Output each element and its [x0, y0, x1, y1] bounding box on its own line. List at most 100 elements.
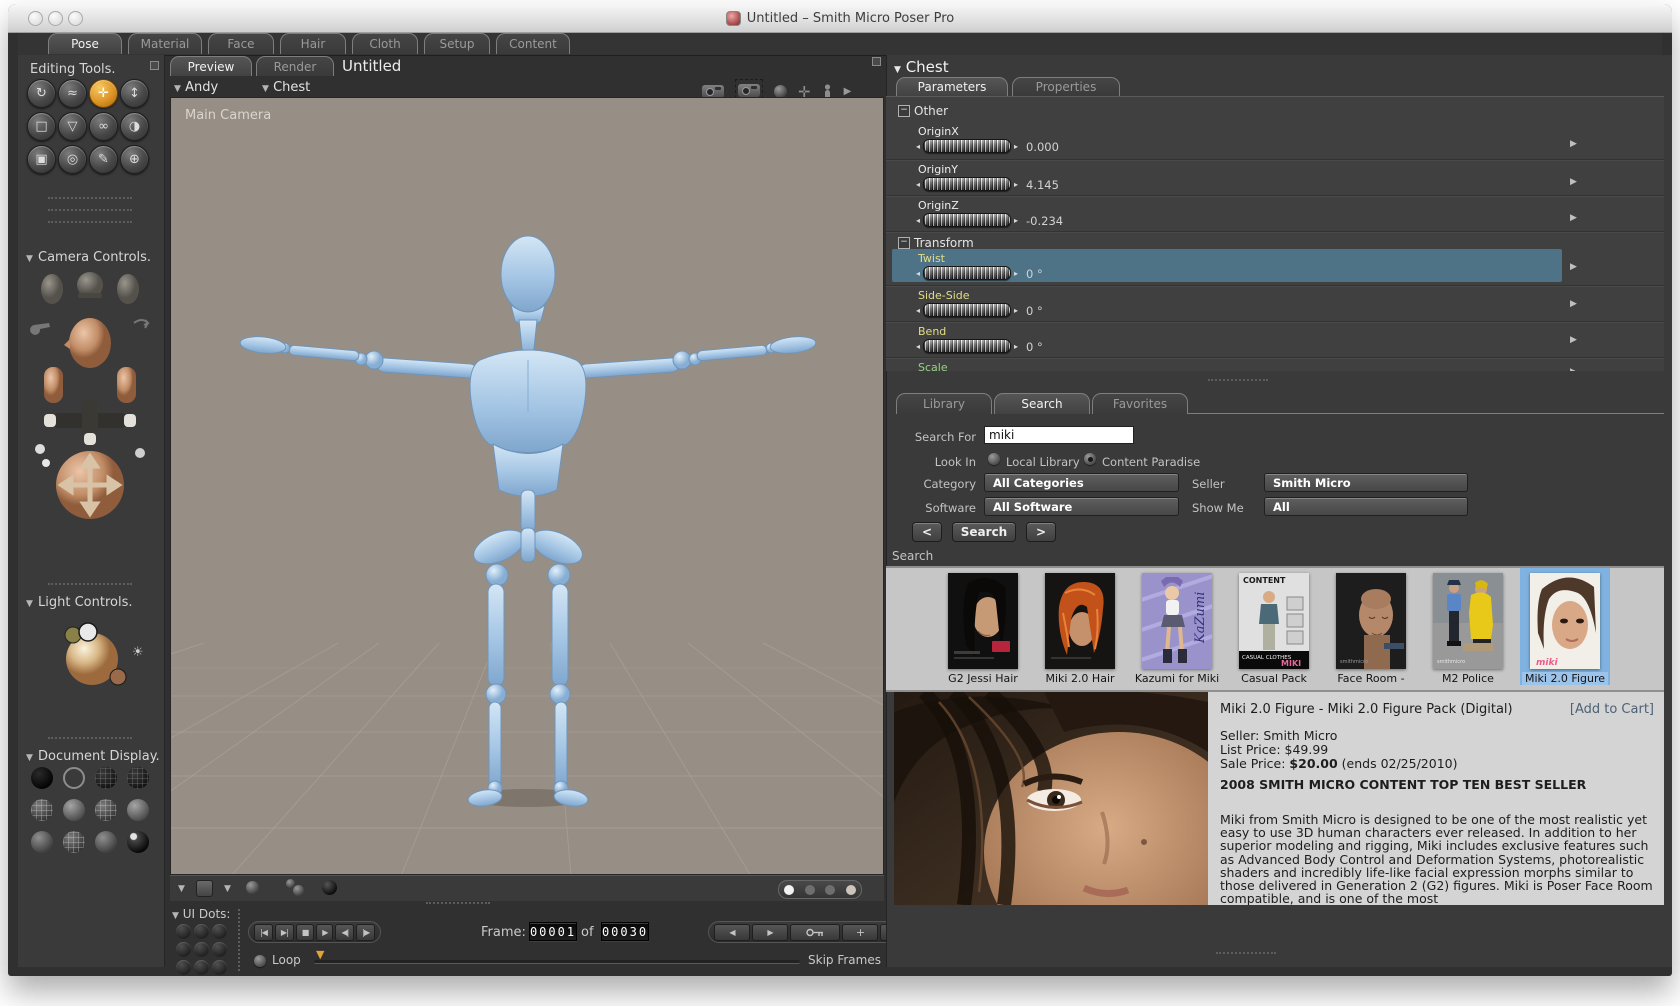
- panel-shade-icon[interactable]: [872, 57, 881, 66]
- ui-dot[interactable]: [176, 960, 191, 975]
- add-keyframe-button[interactable]: +: [842, 923, 878, 941]
- display-mode-hidden-line[interactable]: [127, 767, 149, 789]
- param-expand-icon[interactable]: ▶: [1570, 367, 1577, 371]
- stop-button[interactable]: ■: [295, 923, 315, 941]
- figure-selector[interactable]: ▼ Andy: [174, 80, 218, 95]
- morph-tool-icon[interactable]: ✎: [89, 145, 118, 174]
- prev-key-button[interactable]: ◀: [714, 923, 750, 941]
- param-value[interactable]: 4.145: [1026, 178, 1059, 192]
- step-forward-button[interactable]: |▶: [356, 923, 376, 941]
- local-library-radio[interactable]: [988, 453, 1000, 465]
- camera-name-label[interactable]: Main Camera: [185, 108, 271, 123]
- timeline-track[interactable]: [314, 960, 800, 964]
- search-input[interactable]: [984, 426, 1134, 444]
- param-dial-bend[interactable]: ◂ ▸: [916, 339, 1018, 353]
- sun-icon[interactable]: ☀: [132, 645, 144, 660]
- first-frame-button[interactable]: |◀: [254, 923, 273, 941]
- content-paradise-radio[interactable]: [1084, 453, 1096, 465]
- software-dropdown[interactable]: All Software: [984, 497, 1179, 516]
- actor-selector[interactable]: ▼ Chest: [262, 80, 310, 95]
- color-tool-icon[interactable]: ◑: [120, 112, 149, 141]
- display-mode-lit-wireframe[interactable]: [31, 799, 53, 821]
- chain-break-tool-icon[interactable]: ∞: [89, 112, 118, 141]
- display-mode-smooth-lined[interactable]: [63, 831, 85, 853]
- param-dial-twist[interactable]: ◂ ▸: [916, 266, 1018, 280]
- tab-hair[interactable]: Hair: [280, 33, 346, 54]
- result-item[interactable]: smithmicro M2 Police: [1423, 568, 1513, 685]
- ui-dots-header[interactable]: ▼ UI Dots:: [172, 907, 230, 921]
- camera-controls-header[interactable]: ▼ Camera Controls.: [26, 246, 151, 265]
- resize-grip[interactable]: [426, 902, 490, 904]
- step-back-button[interactable]: ◀|: [335, 923, 355, 941]
- prev-page-button[interactable]: <: [912, 522, 942, 542]
- timeline-marker[interactable]: ▼: [316, 948, 324, 961]
- document-display-header[interactable]: ▼ Document Display.: [26, 745, 160, 764]
- result-item[interactable]: smithmicro Face Room -: [1326, 568, 1416, 685]
- tab-parameters[interactable]: Parameters: [896, 77, 1008, 96]
- param-value[interactable]: -0.234: [1026, 214, 1063, 228]
- param-value[interactable]: 0 °: [1026, 267, 1043, 281]
- camera-controls-widget[interactable]: [26, 267, 154, 519]
- resize-grip[interactable]: [1208, 379, 1268, 381]
- light-controls-header[interactable]: ▼ Light Controls.: [26, 591, 133, 610]
- panel-shade-icon[interactable]: [150, 61, 159, 70]
- param-value[interactable]: 0 °: [1026, 304, 1043, 318]
- tracking-sphere-icon[interactable]: [246, 881, 259, 894]
- search-button[interactable]: Search: [952, 522, 1016, 542]
- tab-render[interactable]: Render: [256, 56, 334, 76]
- param-expand-icon[interactable]: ▶: [1570, 262, 1577, 272]
- display-mode-smooth-shaded[interactable]: [31, 831, 53, 853]
- param-dial-originy[interactable]: ◂ ▸: [916, 177, 1018, 191]
- param-value[interactable]: 0.000: [1026, 140, 1059, 154]
- twist-tool-icon[interactable]: ≈: [58, 79, 87, 108]
- rotate-tool-icon[interactable]: ↻: [27, 79, 56, 108]
- param-expand-icon[interactable]: ▶: [1570, 139, 1577, 149]
- scrollbar-grip[interactable]: [1216, 952, 1276, 954]
- skip-frames-label[interactable]: Skip Frames: [808, 953, 881, 967]
- next-key-button[interactable]: ▶: [752, 923, 788, 941]
- ui-dot[interactable]: [212, 924, 227, 939]
- tab-content[interactable]: Content: [496, 33, 570, 54]
- display-mode-outline[interactable]: [63, 767, 85, 789]
- display-mode-flat-shaded[interactable]: [63, 799, 85, 821]
- next-page-button[interactable]: >: [1026, 522, 1056, 542]
- tab-favorites[interactable]: Favorites: [1092, 393, 1188, 414]
- depth-cue-icon[interactable]: [196, 880, 213, 897]
- content-paradise-label[interactable]: Content Paradise: [1102, 455, 1200, 469]
- param-dial-originx[interactable]: ◂ ▸: [916, 139, 1018, 153]
- ui-dot[interactable]: [194, 924, 209, 939]
- param-expand-icon[interactable]: ▶: [1570, 177, 1577, 187]
- ui-dot[interactable]: [176, 942, 191, 957]
- local-library-label[interactable]: Local Library: [1006, 455, 1080, 469]
- add-to-cart-link[interactable]: [Add to Cart]: [1570, 702, 1654, 717]
- result-item[interactable]: KaZumi Kazumi for Miki: [1132, 568, 1222, 685]
- taper-tool-icon[interactable]: ▽: [58, 112, 87, 141]
- grouping-tool-icon[interactable]: ▣: [27, 145, 56, 174]
- magnifier-tool-icon[interactable]: ◎: [58, 145, 87, 174]
- show-me-dropdown[interactable]: All: [1264, 497, 1468, 516]
- play-button[interactable]: ▶: [316, 923, 334, 941]
- tab-properties[interactable]: Properties: [1012, 77, 1120, 96]
- loop-radio[interactable]: [254, 955, 266, 967]
- tab-setup[interactable]: Setup: [424, 33, 490, 54]
- display-mode-texture-shaded[interactable]: [95, 831, 117, 853]
- toolbar-expand-icon[interactable]: ▶: [844, 86, 852, 97]
- result-item[interactable]: CONTENT CASUAL CLOTHES MIKI Casual Pack: [1229, 568, 1319, 685]
- param-expand-icon[interactable]: ▶: [1570, 213, 1577, 223]
- shadow-toggle-icon[interactable]: [322, 880, 337, 895]
- tab-face[interactable]: Face: [208, 33, 274, 54]
- display-mode-cartoon[interactable]: [127, 799, 149, 821]
- result-item[interactable]: G2 Jessi Hair: [938, 568, 1028, 685]
- tracking-mode-pill[interactable]: [778, 880, 862, 899]
- display-mode-sketch[interactable]: [127, 831, 149, 853]
- scale-tool-icon[interactable]: □: [27, 112, 56, 141]
- translate-inout-tool-icon[interactable]: ↕: [120, 79, 149, 108]
- display-mode-silhouette[interactable]: [31, 767, 53, 789]
- seller-dropdown[interactable]: Smith Micro: [1264, 473, 1468, 492]
- direct-manipulation-tool-icon[interactable]: ⊕: [120, 145, 149, 174]
- ui-dot[interactable]: [212, 942, 227, 957]
- display-mode-flat-lined[interactable]: [95, 799, 117, 821]
- tab-pose[interactable]: Pose: [48, 33, 122, 54]
- total-frames-field[interactable]: 00030: [601, 922, 649, 941]
- main-viewport[interactable]: Main Camera: [170, 97, 884, 875]
